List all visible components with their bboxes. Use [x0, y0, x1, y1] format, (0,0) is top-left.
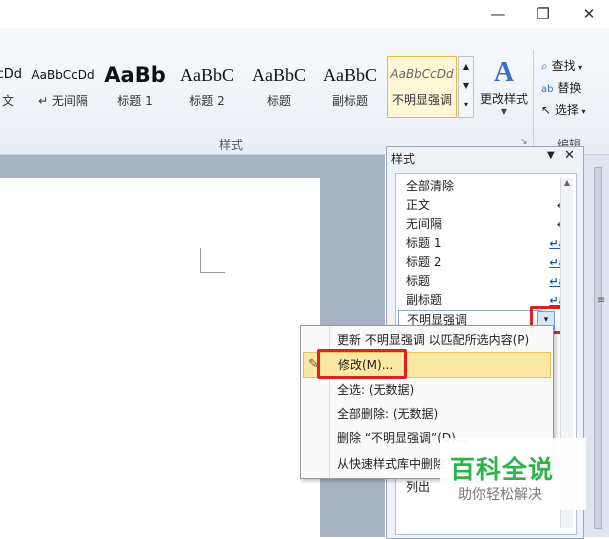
styles-pane-title: 样式: [391, 152, 416, 166]
gallery-more-icon[interactable]: ▾: [459, 95, 473, 114]
minimize-button[interactable]: —: [487, 4, 509, 24]
gallery-down-icon[interactable]: ▼: [459, 76, 473, 95]
group-divider: [533, 50, 534, 150]
close-button[interactable]: ✕: [578, 4, 600, 24]
replace-label: 替换: [557, 81, 582, 95]
styles-pane-header: 样式 ▼ ✕: [387, 147, 583, 167]
gallery-item-subtle-emphasis[interactable]: AaBbCcDd 不明显强调: [387, 56, 457, 118]
pane-menu-icon[interactable]: ▼: [547, 150, 555, 161]
restore-button[interactable]: ❐: [532, 4, 554, 24]
gallery-preview: AaBbCcDd: [390, 67, 454, 81]
style-item-label: 副标题: [406, 293, 443, 307]
highlight-box-modify: [317, 349, 407, 379]
gallery-item-title[interactable]: AaBbC 标题: [244, 58, 314, 116]
binoculars-icon: ⌕: [541, 59, 548, 73]
gallery-label: 标题: [266, 94, 291, 108]
gallery-up-icon[interactable]: ▲: [459, 57, 473, 76]
gallery-item-heading2[interactable]: AaBbC 标题 2: [172, 58, 242, 116]
gallery-preview: AaBbCcDd: [31, 68, 95, 82]
gallery-preview: AaBb: [104, 63, 166, 87]
scrollbar-thumb[interactable]: [594, 167, 602, 529]
menu-item-label: 全部删除: (无数据): [337, 407, 439, 421]
chevron-down-icon: ▼: [500, 107, 508, 116]
style-item-clear-all[interactable]: 全部清除: [406, 177, 566, 196]
style-item-label: 标题 1: [406, 236, 442, 250]
vertical-scrollbar[interactable]: ≡: [582, 155, 609, 537]
style-item-body[interactable]: 正文 ↵: [406, 196, 566, 215]
change-styles-button[interactable]: A 更改样式 ▼: [478, 56, 530, 126]
style-item-label: 全部清除: [406, 179, 455, 193]
document-page[interactable]: [0, 178, 320, 537]
gallery-scroll[interactable]: ▲ ▼ ▾: [458, 56, 474, 118]
menu-item-delete-all[interactable]: 全部删除: (无数据): [301, 402, 553, 426]
menu-item-select-all[interactable]: 全选: (无数据): [301, 378, 553, 402]
style-item-label: 无间隔: [406, 217, 443, 231]
group-label-styles: 样式: [219, 138, 244, 152]
change-styles-icon: A: [493, 57, 515, 88]
style-item-label: 标题: [406, 274, 431, 288]
title-bar: — ❐ ✕: [0, 0, 609, 28]
find-button[interactable]: ⌕ 查找 ▾: [541, 57, 582, 74]
style-item-title[interactable]: 标题 ↵a: [406, 272, 566, 291]
menu-item-label: 全选: (无数据): [337, 383, 415, 397]
gallery-label: ↵ 无间隔: [38, 94, 88, 108]
margin-corner-mark: [200, 248, 225, 273]
gallery-label: 不明显强调: [391, 93, 452, 107]
pane-close-icon[interactable]: ✕: [564, 148, 575, 163]
style-item-heading2[interactable]: 标题 2 ↵a: [406, 253, 566, 272]
menu-item-label: 从快速样式库中删除: [337, 457, 446, 471]
gallery-label: 副标题: [331, 94, 368, 108]
style-item-no-spacing[interactable]: 无间隔 ↵: [406, 215, 566, 234]
gallery-label: 标题 1: [117, 94, 153, 108]
gallery-item-no-spacing[interactable]: AaBbCcDd ↵ 无间隔: [28, 58, 98, 116]
watermark-subtitle: 助你轻松解决: [458, 487, 542, 503]
gallery-preview: cDd: [0, 67, 22, 82]
replace-icon: ab: [541, 84, 554, 95]
select-button[interactable]: ↖ 选择 ▾: [541, 101, 585, 118]
find-label: 查找: [551, 59, 576, 73]
gallery-item-subtitle[interactable]: AaBbC 副标题: [315, 58, 385, 116]
style-item-list[interactable]: 列出: [406, 478, 430, 495]
cursor-icon: ↖: [541, 103, 552, 117]
style-item-heading1[interactable]: 标题 1 ↵a: [406, 234, 566, 253]
style-item-label: 标题 2: [406, 255, 442, 269]
gallery-preview: AaBbC: [180, 65, 234, 85]
replace-button[interactable]: ab 替换: [541, 79, 581, 96]
select-label: 选择: [554, 103, 579, 117]
gallery-item-body[interactable]: cDd 文: [0, 58, 26, 116]
grip-icon: ≡: [597, 295, 606, 306]
watermark-title: 百科全说: [450, 455, 555, 484]
gallery-label: 文: [1, 94, 14, 108]
gallery-item-heading1[interactable]: AaBb 标题 1: [100, 58, 170, 116]
gallery-preview: AaBbC: [252, 65, 306, 85]
watermark-logo: 百科全说 助你轻松解决: [440, 438, 586, 510]
scroll-up-icon[interactable]: ▲: [561, 178, 573, 187]
gallery-label: 标题 2: [189, 94, 225, 108]
gallery-preview: AaBbC: [323, 65, 377, 85]
change-styles-label: 更改样式: [479, 92, 528, 106]
style-item-label: 正文: [406, 198, 431, 212]
